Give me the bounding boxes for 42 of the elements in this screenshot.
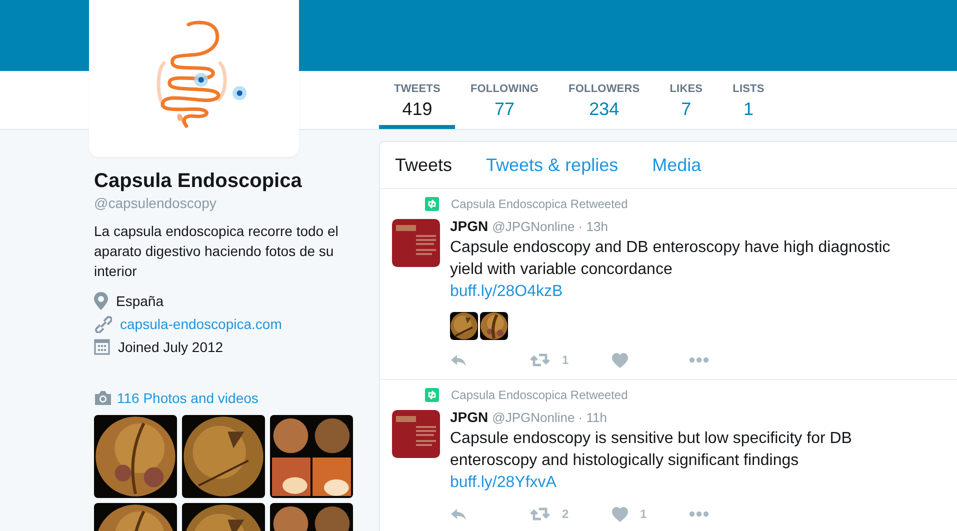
retweet-icon [425, 197, 439, 211]
profile-bio: La capsula endoscopica recorre todo el aparato digestivo haciendo fotos de su interior [94, 222, 340, 281]
camera-icon [94, 390, 112, 406]
timeline-tab[interactable]: Tweets [395, 154, 452, 176]
stat-tab[interactable]: FOLLOWERS 234 [554, 71, 655, 129]
link-icon [94, 314, 112, 332]
retweet-icon [425, 388, 439, 402]
heart-icon [612, 506, 628, 522]
tweet-text: Capsule endoscopy and DB enteroscopy have high diagnostic yield with variable concordance [450, 238, 892, 280]
timeline-tab[interactable]: Media [652, 154, 702, 176]
like-count: 1 [640, 507, 647, 521]
tweet-meta: @JPGNonline · 11h [492, 410, 607, 425]
retweet-context: Capsula Endoscopica Retweeted [451, 388, 628, 402]
stat-tab[interactable]: LISTS 1 [718, 71, 780, 129]
calendar-icon [94, 338, 110, 355]
tweet-meta: @JPGNonline · 13h [492, 219, 608, 234]
heart-icon [612, 352, 628, 368]
more-icon [689, 357, 709, 363]
location-text: España [116, 292, 164, 308]
author-name[interactable]: JPGN [450, 218, 488, 234]
retweet-count: 1 [562, 353, 569, 367]
profile-handle: @capsulendoscopy [94, 194, 218, 212]
stat-tab[interactable]: TWEETS 419 [379, 71, 456, 129]
location-pin-icon [94, 292, 108, 310]
more-icon [689, 511, 709, 517]
reply-icon [450, 507, 467, 521]
timeline-tab[interactable]: Tweets & replies [486, 154, 618, 176]
stat-tab[interactable]: LIKES 7 [654, 71, 718, 129]
tweet-link[interactable]: buff.ly/28YfxvA [450, 472, 556, 494]
reply-icon [450, 353, 467, 367]
tweet-link[interactable]: buff.ly/28O4kzB [450, 281, 563, 303]
joined-date: Joined July 2012 [118, 338, 224, 354]
author-name[interactable]: JPGN [450, 409, 488, 425]
stat-tab[interactable]: FOLLOWING 77 [455, 71, 554, 129]
photos-link[interactable]: 116 Photos and videos [117, 390, 258, 406]
retweet-count: 2 [562, 507, 569, 521]
website-link[interactable]: capsula-endoscopica.com [120, 316, 282, 332]
tweet-text: Capsule endoscopy is sensitive but low specificity for DB enteroscopy and histologically significant findings [450, 429, 853, 471]
retweet-icon [530, 353, 550, 367]
profile-name: Capsula Endoscopica [94, 169, 303, 194]
retweet-icon [530, 507, 550, 521]
retweet-context: Capsula Endoscopica Retweeted [451, 197, 628, 211]
